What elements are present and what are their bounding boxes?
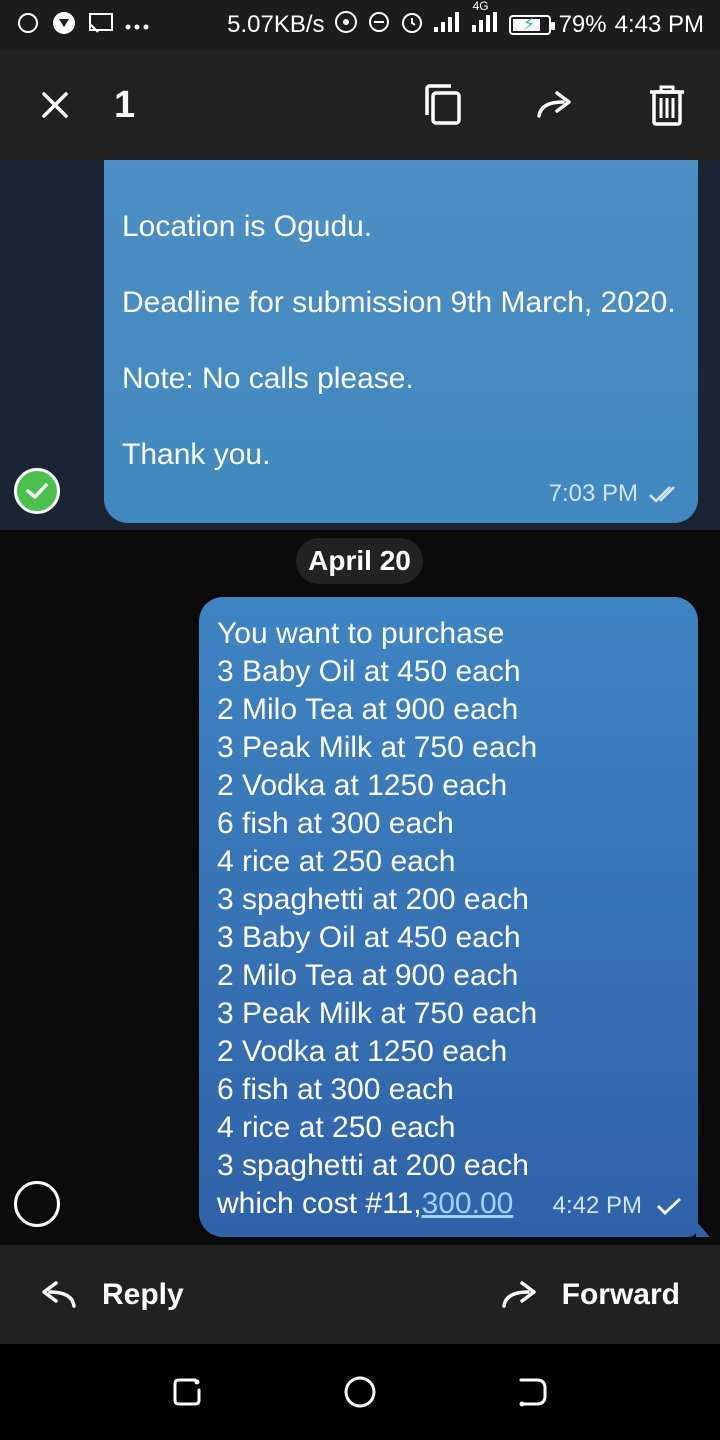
- check-icon: [26, 483, 48, 499]
- message-line: 2 Vodka at 1250 each: [217, 769, 508, 802]
- forward-button[interactable]: [526, 76, 584, 134]
- hotspot-icon: [333, 9, 359, 42]
- signal-4g-icon: 4G: [471, 0, 501, 40]
- message-line: 2 Milo Tea at 900 each: [217, 693, 519, 726]
- reply-icon: [42, 1280, 76, 1308]
- back-icon: [519, 1378, 547, 1407]
- copy-button[interactable]: [414, 76, 472, 134]
- message-line: You want to purchase: [217, 617, 505, 650]
- message-line: 2 Vodka at 1250 each: [217, 1035, 508, 1068]
- signal-icon: [433, 11, 463, 40]
- message-line: 3 spaghetti at 200 each: [217, 1149, 529, 1182]
- delete-icon: [650, 85, 684, 126]
- message-line: 2 Milo Tea at 900 each: [217, 959, 519, 992]
- recent-apps-button[interactable]: [167, 1372, 207, 1412]
- message-time: 7:03 PM: [548, 480, 638, 507]
- back-button[interactable]: [513, 1372, 553, 1412]
- message-line: 3 Baby Oil at 450 each: [217, 921, 521, 954]
- message-paragraph: Location is Ogudu.: [122, 210, 373, 243]
- message-bubble-outgoing[interactable]: ━━━━━━━ ━━━━━ ━━━━━ ━ Location is Ogudu.…: [104, 160, 698, 523]
- phone-number-link[interactable]: 300.00: [422, 1187, 514, 1220]
- delete-button[interactable]: [638, 76, 696, 134]
- more-dots-icon: [124, 13, 150, 37]
- close-selection-button[interactable]: [24, 74, 86, 136]
- recent-apps-icon: [173, 1378, 201, 1406]
- message-line: 3 spaghetti at 200 each: [217, 883, 529, 916]
- reply-label: Reply: [102, 1277, 184, 1311]
- network-speed: 5.07KB/s: [227, 11, 325, 38]
- forward-icon: [501, 1280, 536, 1308]
- forward-icon: [537, 91, 571, 118]
- message-line: 4 rice at 250 each: [217, 845, 456, 878]
- selected-count: 1: [114, 83, 136, 126]
- reply-forward-bar: Reply Forward: [0, 1245, 720, 1344]
- app-icon: [50, 9, 78, 42]
- selection-action-bar: 1: [0, 50, 720, 160]
- battery-percent: 79%: [558, 11, 607, 38]
- message-meta: 4:42 PM: [553, 1187, 682, 1225]
- forward-label: Forward: [561, 1277, 680, 1311]
- home-icon: [344, 1376, 376, 1408]
- message-meta: 7:03 PM: [549, 475, 682, 513]
- message-line: 3 Baby Oil at 450 each: [217, 655, 521, 688]
- status-bar: 5.07KB/s 4G ⚡ 79% 4:43 PM: [0, 0, 720, 50]
- copy-icon: [425, 84, 461, 125]
- message-cut-off-line: ━━━━━━━ ━━━━━ ━━━━━ ━: [122, 160, 472, 170]
- message-select-checkbox[interactable]: [14, 1181, 60, 1227]
- message-time: 4:42 PM: [552, 1192, 642, 1219]
- message-line: 6 fish at 300 each: [217, 1073, 454, 1106]
- message-line: 3 Peak Milk at 750 each: [217, 731, 538, 764]
- dnd-icon: [367, 10, 391, 41]
- battery-charging-icon: ⚡: [508, 14, 555, 35]
- single-check-icon: [657, 1197, 681, 1215]
- bubble-tail: [696, 1221, 710, 1237]
- chat-history[interactable]: ━━━━━━━ ━━━━━ ━━━━━ ━ Location is Ogudu.…: [0, 160, 720, 1245]
- close-icon: [42, 92, 68, 118]
- system-nav-bar: [0, 1344, 720, 1440]
- date-separator: April 20: [296, 538, 423, 584]
- message-select-checkbox-checked[interactable]: [14, 468, 60, 514]
- alarm-icon: [399, 9, 425, 42]
- home-button[interactable]: [340, 1372, 380, 1412]
- message-line: 4 rice at 250 each: [217, 1111, 456, 1144]
- double-check-icon: [649, 486, 675, 503]
- messenger-icon: [16, 11, 40, 40]
- message-paragraph: Thank you.: [122, 438, 271, 471]
- message-bubble-outgoing[interactable]: You want to purchase 3 Baby Oil at 450 e…: [199, 597, 710, 1237]
- message-line: 3 Peak Milk at 750 each: [217, 997, 538, 1030]
- message-line: 6 fish at 300 each: [217, 807, 454, 840]
- total-prefix: which cost #11,: [217, 1187, 422, 1220]
- message-paragraph: Deadline for submission 9th March, 2020.: [122, 286, 676, 319]
- cast-icon: [88, 12, 114, 39]
- clock: 4:43 PM: [614, 11, 704, 38]
- forward-message-button[interactable]: Forward: [500, 1278, 680, 1312]
- message-paragraph: Note: No calls please.: [122, 362, 414, 395]
- reply-button[interactable]: Reply: [40, 1278, 184, 1312]
